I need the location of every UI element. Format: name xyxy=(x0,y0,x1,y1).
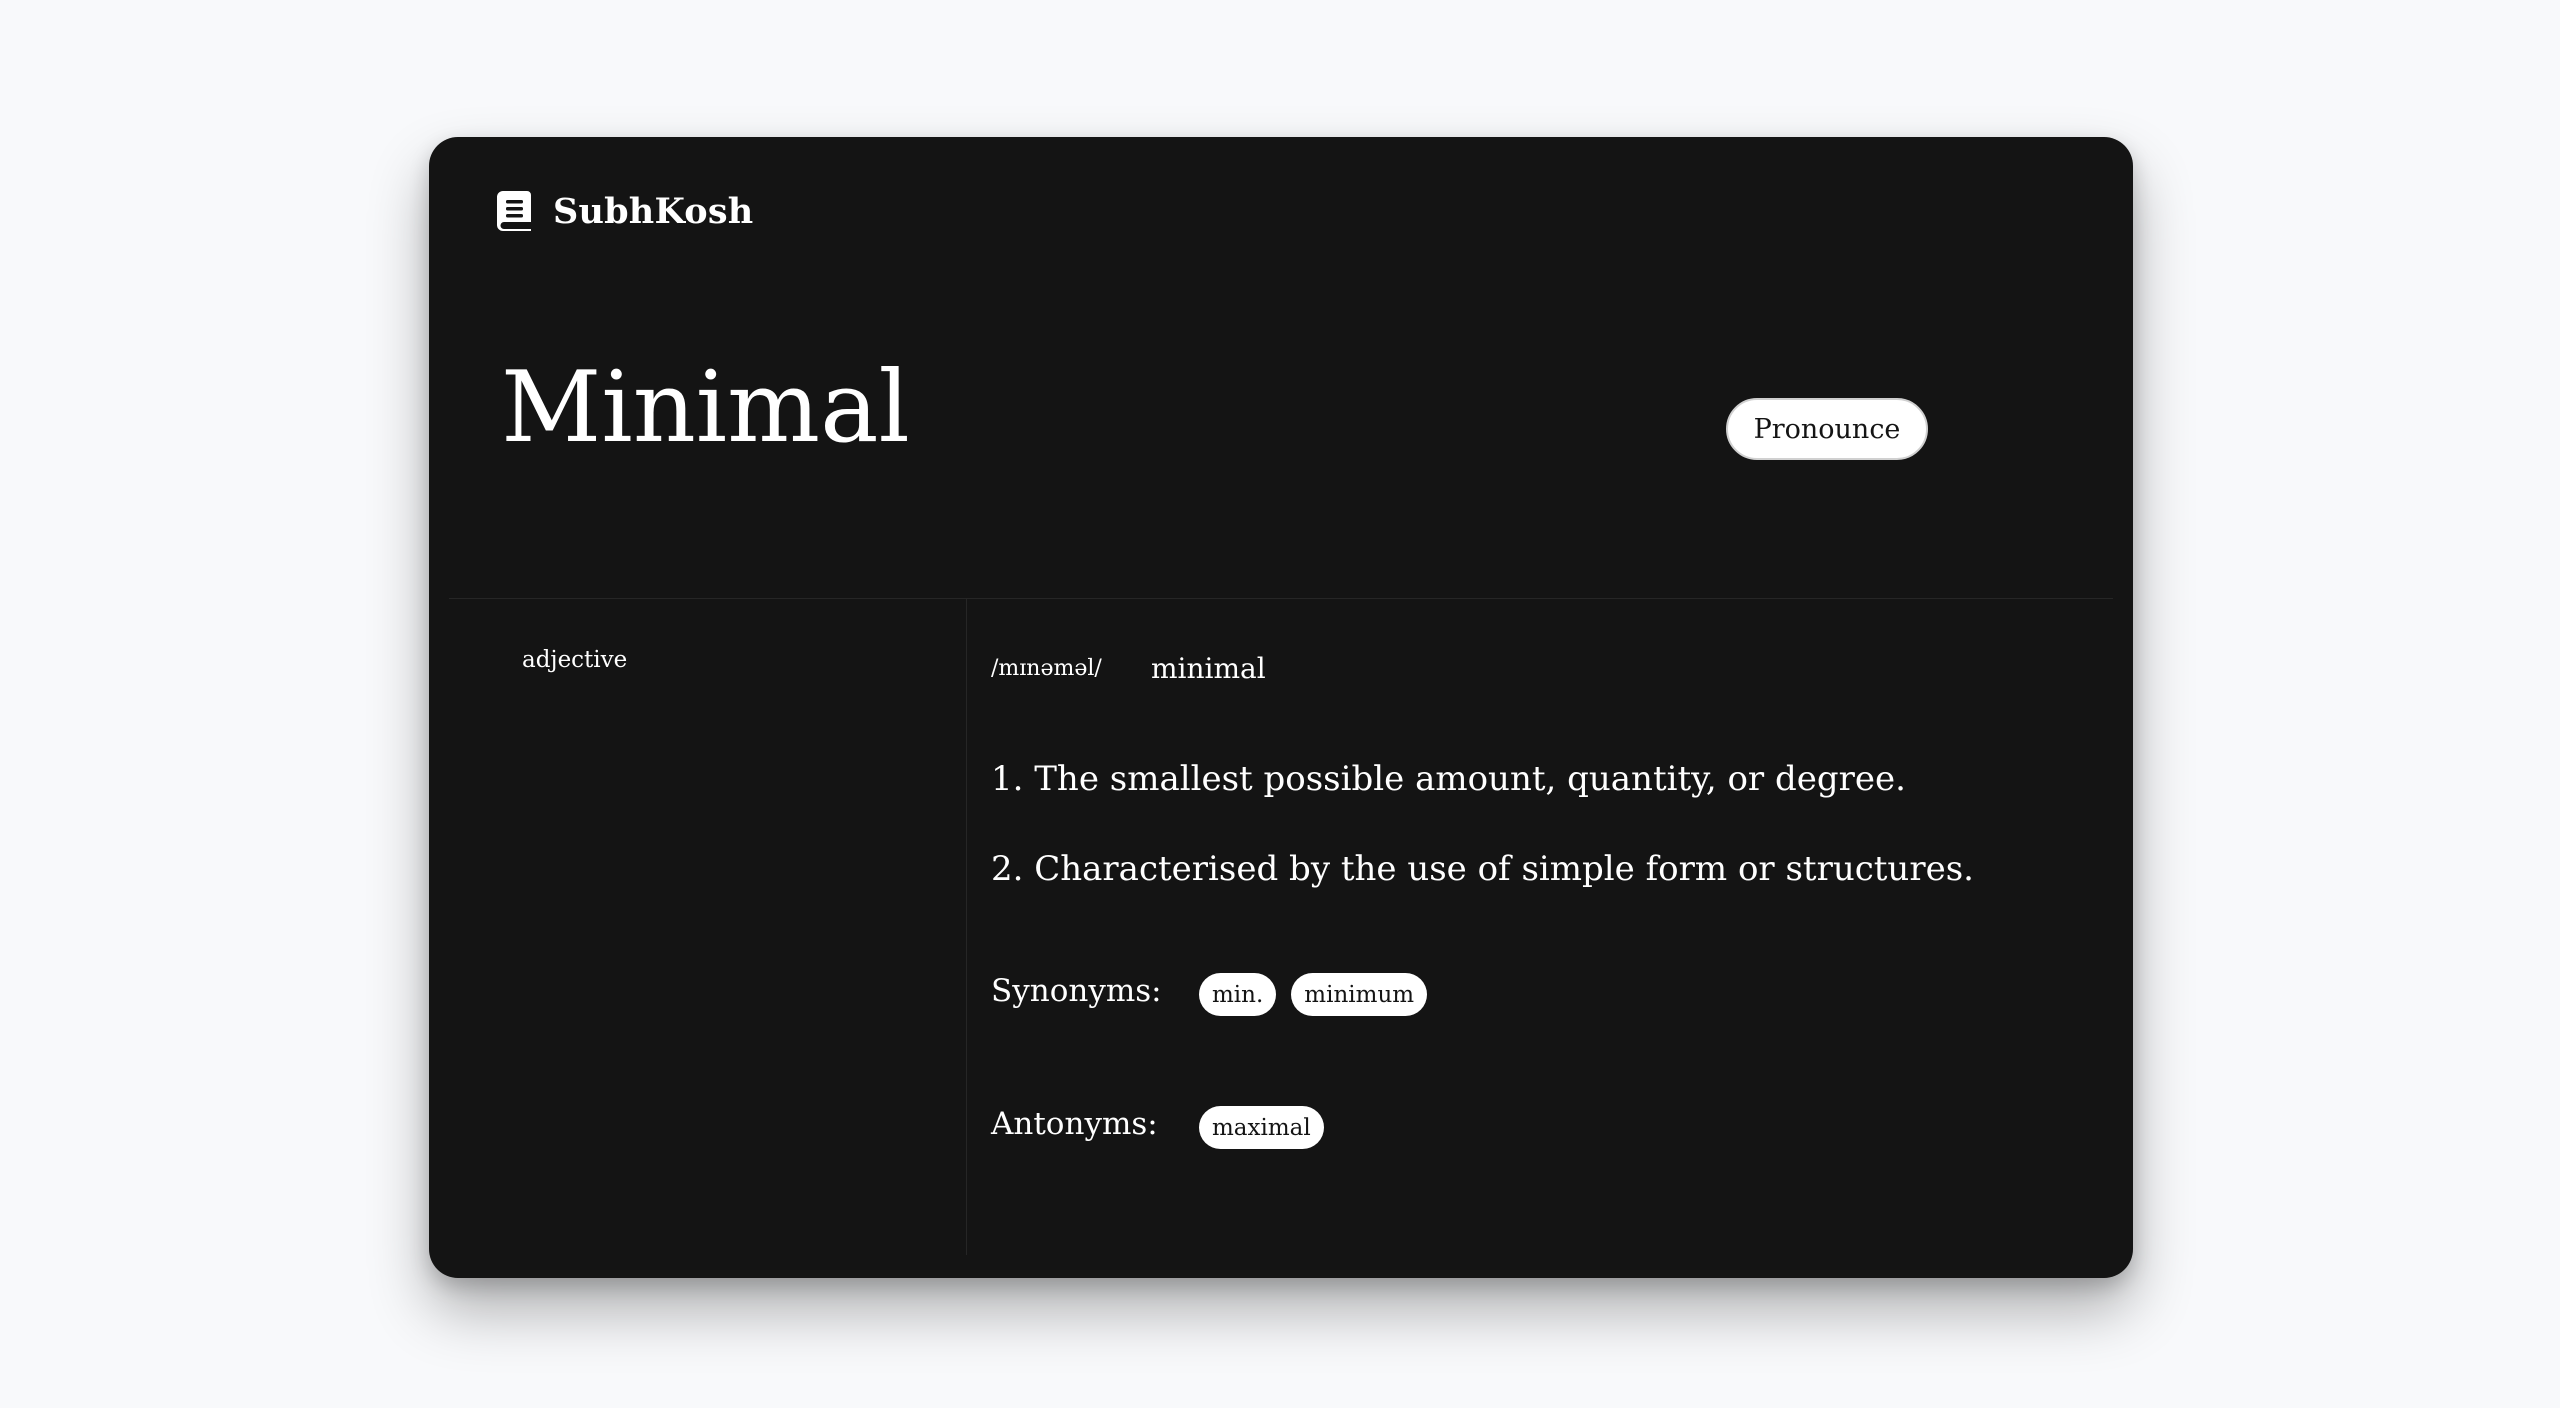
brand[interactable]: SubhKosh xyxy=(497,187,753,235)
phonetic-transcription: /mɪnəməl/ xyxy=(991,656,1102,681)
definition-item: 2. Characterised by the use of simple fo… xyxy=(991,849,1974,889)
synonym-chip[interactable]: min. xyxy=(1199,973,1277,1016)
part-of-speech: adjective xyxy=(522,647,628,673)
synonyms-list: min. minimum xyxy=(1199,973,1428,1016)
app-name: SubhKosh xyxy=(553,190,754,232)
synonyms-label: Synonyms: xyxy=(991,973,1162,1009)
pronounce-button[interactable]: Pronounce xyxy=(1726,398,1928,460)
book-icon xyxy=(497,191,531,231)
phonetic-word: minimal xyxy=(1151,652,1266,685)
headword: Minimal xyxy=(501,351,910,465)
definition-item: 1. The smallest possible amount, quantit… xyxy=(991,759,1906,799)
antonym-chip[interactable]: maximal xyxy=(1199,1106,1324,1149)
antonyms-list: maximal xyxy=(1199,1106,1324,1149)
vertical-divider xyxy=(966,599,967,1255)
dictionary-card: SubhKosh Minimal Pronounce adjective /mɪ… xyxy=(429,137,2133,1278)
horizontal-divider xyxy=(449,598,2113,599)
synonym-chip[interactable]: minimum xyxy=(1291,973,1428,1016)
antonyms-label: Antonyms: xyxy=(991,1106,1158,1142)
